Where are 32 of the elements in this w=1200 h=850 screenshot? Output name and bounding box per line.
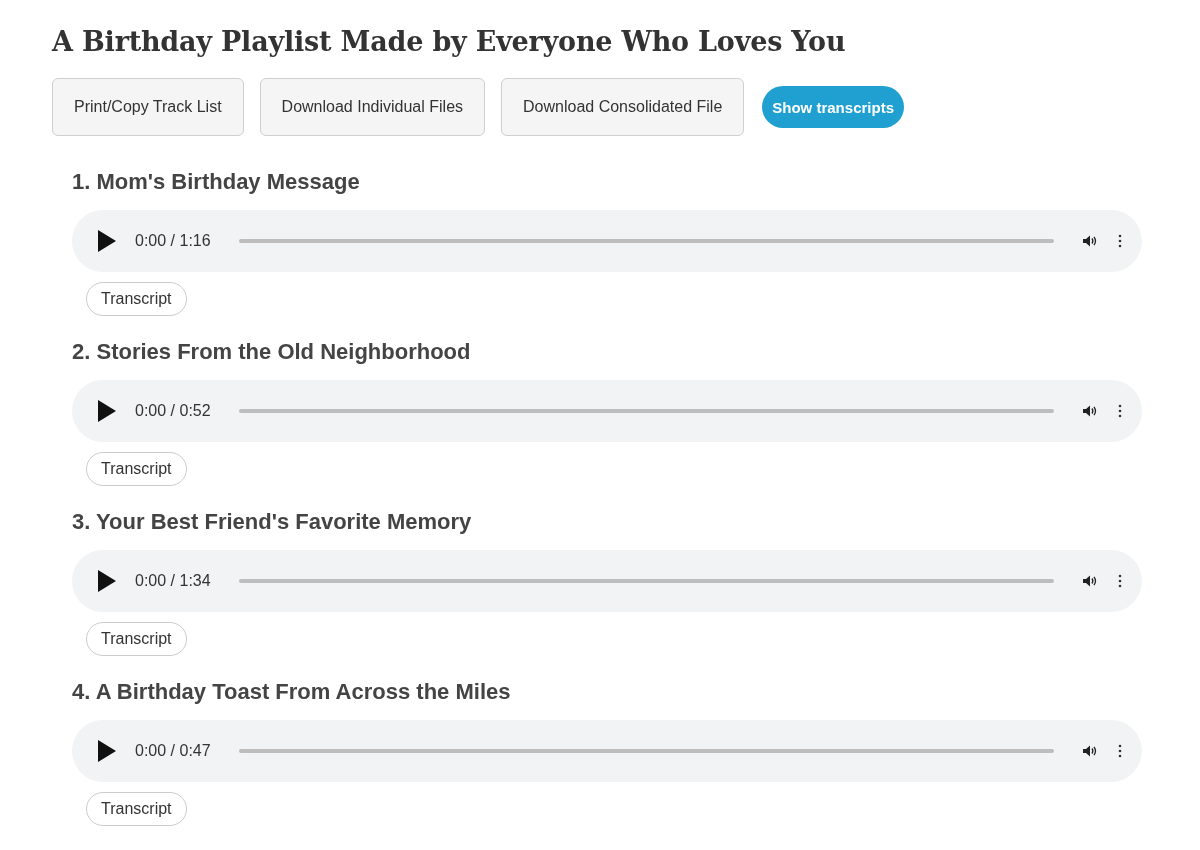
track-title: 1. Mom's Birthday Message (72, 170, 360, 194)
time-display: 0:00 / 1:34 (135, 572, 211, 590)
action-button[interactable]: Download Individual Files (259, 78, 486, 136)
volume-icon[interactable] (1083, 235, 1097, 247)
volume-icon[interactable] (1083, 745, 1097, 757)
time-display: 0:00 / 0:47 (135, 742, 211, 760)
progress-track[interactable] (238, 579, 1054, 583)
time-display: 0:00 / 0:52 (135, 402, 211, 420)
progress-track[interactable] (238, 749, 1054, 753)
more-options-icon[interactable] (1118, 234, 1122, 248)
more-options-icon[interactable] (1118, 744, 1122, 758)
progress-track[interactable] (238, 409, 1054, 413)
transcript-button[interactable]: Transcript (86, 282, 187, 316)
more-options-icon[interactable] (1118, 574, 1122, 588)
time-display: 0:00 / 1:16 (135, 232, 211, 250)
page-title: A Birthday Playlist Made by Everyone Who Loves You (52, 25, 846, 59)
track-title: 2. Stories From the Old Neighborhood (72, 340, 471, 364)
play-icon[interactable] (98, 570, 116, 592)
action-button[interactable]: Print/Copy Track List (52, 78, 244, 136)
transcript-button[interactable]: Transcript (86, 452, 187, 486)
progress-track[interactable] (238, 239, 1054, 243)
volume-icon[interactable] (1083, 575, 1097, 587)
play-icon[interactable] (98, 230, 116, 252)
play-icon[interactable] (98, 400, 116, 422)
action-button[interactable]: Download Consolidated File (501, 78, 745, 136)
track-title: 3. Your Best Friend's Favorite Memory (72, 510, 472, 534)
transcript-button[interactable]: Transcript (86, 622, 187, 656)
volume-icon[interactable] (1083, 405, 1097, 417)
play-icon[interactable] (98, 740, 116, 762)
track-title: 4. A Birthday Toast From Across the Miles (72, 680, 511, 704)
more-options-icon[interactable] (1118, 404, 1122, 418)
transcript-button[interactable]: Transcript (86, 792, 187, 826)
